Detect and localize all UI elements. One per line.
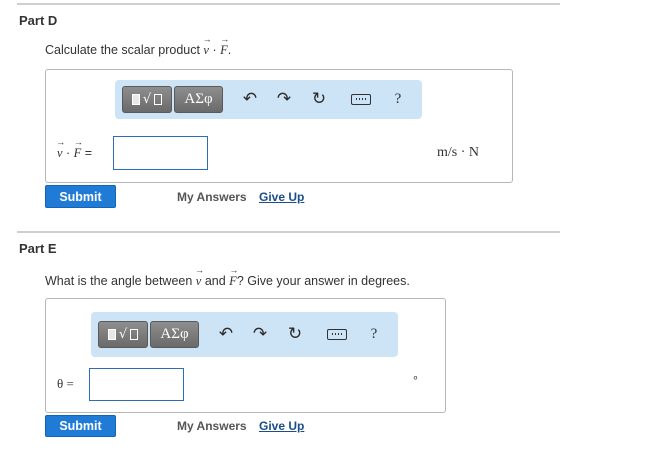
keyboard-icon[interactable] bbox=[350, 88, 372, 110]
part-d-answer-label: v · F = bbox=[57, 145, 92, 160]
top-divider bbox=[17, 3, 560, 5]
part-e-answer-box: √ ΑΣφ ↶ ↷ ↻ ? θ = ∘ bbox=[45, 298, 446, 413]
part-d-answer-box: √ ΑΣφ ↶ ↷ ↻ ? v · F = m/s · N bbox=[45, 69, 513, 183]
part-e-give-up-link[interactable]: Give Up bbox=[259, 419, 304, 433]
part-e-unit: ∘ bbox=[412, 372, 419, 384]
part-e-title: Part E bbox=[19, 241, 57, 256]
part-e-submit-button[interactable]: Submit bbox=[45, 415, 116, 437]
part-d-unit: m/s · N bbox=[437, 145, 479, 160]
reset-icon[interactable]: ↻ bbox=[284, 323, 306, 345]
part-e-answer-input[interactable] bbox=[89, 368, 184, 401]
greek-letters-icon[interactable]: ΑΣφ bbox=[174, 86, 223, 113]
part-d-my-answers-link[interactable]: My Answers bbox=[177, 190, 247, 204]
vector-v: v bbox=[203, 42, 209, 57]
part-d-question: Calculate the scalar product v · F. bbox=[45, 42, 231, 57]
vector-f: F bbox=[220, 42, 228, 57]
part-e-answer-label: θ = bbox=[57, 376, 74, 391]
part-d-submit-button[interactable]: Submit bbox=[45, 185, 116, 208]
part-e-divider bbox=[17, 231, 560, 233]
part-d-title: Part D bbox=[19, 13, 58, 28]
part-e-my-answers-link[interactable]: My Answers bbox=[177, 419, 247, 433]
greek-letters-icon[interactable]: ΑΣφ bbox=[150, 321, 199, 348]
help-icon[interactable]: ? bbox=[363, 323, 385, 345]
part-d-math-toolbar: √ ΑΣφ ↶ ↷ ↻ ? bbox=[115, 80, 422, 119]
reset-icon[interactable]: ↻ bbox=[308, 88, 330, 110]
help-icon[interactable]: ? bbox=[387, 88, 409, 110]
templates-icon[interactable]: √ bbox=[122, 86, 172, 113]
redo-icon[interactable]: ↷ bbox=[273, 88, 295, 110]
redo-icon[interactable]: ↷ bbox=[249, 323, 271, 345]
part-d-give-up-link[interactable]: Give Up bbox=[259, 190, 304, 204]
part-e-question: What is the angle between v and F? Give … bbox=[45, 273, 410, 288]
templates-icon[interactable]: √ bbox=[98, 321, 148, 348]
part-d-answer-input[interactable] bbox=[113, 136, 208, 170]
keyboard-icon[interactable] bbox=[326, 323, 348, 345]
undo-icon[interactable]: ↶ bbox=[239, 88, 261, 110]
part-e-math-toolbar: √ ΑΣφ ↶ ↷ ↻ ? bbox=[91, 312, 398, 357]
undo-icon[interactable]: ↶ bbox=[215, 323, 237, 345]
